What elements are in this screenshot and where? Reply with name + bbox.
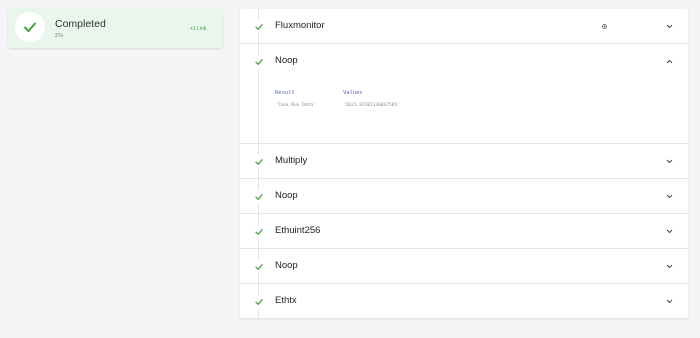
completed-check-icon	[15, 12, 45, 42]
task-row-multiply[interactable]: Multiply	[240, 144, 688, 179]
task-label: Fluxmonitor	[275, 20, 325, 31]
chevron-down-icon[interactable]	[664, 21, 674, 31]
result-cell: 'Task Run Data'	[275, 103, 316, 108]
task-label: Ethtx	[275, 295, 297, 306]
task-label: Noop	[275, 260, 298, 271]
task-success-check-icon	[252, 155, 265, 168]
task-row-noop-expanded[interactable]: Noop Result Values 'Task Run Data' '2621…	[240, 44, 688, 144]
task-label: Multiply	[275, 155, 308, 166]
chevron-down-icon[interactable]	[664, 296, 674, 306]
job-run-status-card: Completed 27s +1 Link	[8, 8, 223, 48]
task-success-check-icon	[252, 20, 265, 33]
task-success-check-icon	[252, 190, 265, 203]
chevron-down-icon[interactable]	[664, 226, 674, 236]
chevron-down-icon[interactable]	[664, 191, 674, 201]
task-row-noop[interactable]: Noop	[240, 249, 688, 284]
chevron-down-icon[interactable]	[664, 156, 674, 166]
task-success-check-icon	[252, 295, 265, 308]
chevron-down-icon[interactable]	[664, 261, 674, 271]
task-row-ethtx[interactable]: Ethtx	[240, 284, 688, 319]
status-link[interactable]: +1 Link	[190, 26, 206, 32]
task-label: Noop	[275, 55, 298, 66]
chevron-up-icon[interactable]	[664, 56, 674, 66]
status-title: Completed	[55, 18, 106, 30]
task-label: Noop	[275, 190, 298, 201]
task-list: Fluxmonitor Noop Result Values 'Task Run…	[240, 9, 688, 318]
gear-icon[interactable]	[600, 22, 608, 30]
task-row-noop[interactable]: Noop	[240, 179, 688, 214]
result-column-header: Result	[275, 90, 295, 96]
task-success-check-icon	[252, 55, 265, 68]
task-success-check-icon	[252, 260, 265, 273]
task-row-ethuint256[interactable]: Ethuint256	[240, 214, 688, 249]
task-label: Ethuint256	[275, 225, 321, 236]
task-row-fluxmonitor[interactable]: Fluxmonitor	[240, 9, 688, 44]
values-column-header: Values	[343, 90, 363, 96]
status-duration: 27s	[55, 33, 64, 39]
value-cell: '2621.92381336847565'	[343, 103, 400, 108]
task-success-check-icon	[252, 225, 265, 238]
